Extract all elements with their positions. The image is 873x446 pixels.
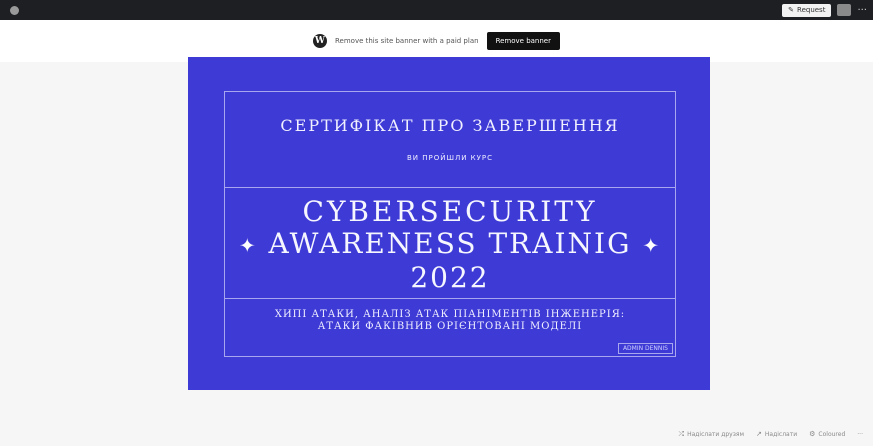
description-line-1: ХИПІ АТАКИ, АНАЛІЗ АТАК ПІАНІМЕНТІВ ІНЖЕ… bbox=[274, 309, 626, 320]
toolbar-item-3[interactable]: ⚙ Coloured bbox=[809, 430, 845, 438]
avatar[interactable] bbox=[837, 4, 852, 16]
request-button[interactable]: ✎ Request bbox=[782, 3, 832, 17]
sparkle-icon: ✦ bbox=[642, 233, 662, 258]
toolbar-item-2[interactable]: ↗ Надіслати bbox=[756, 430, 797, 438]
site-link[interactable] bbox=[10, 5, 25, 15]
sparkle-icon: ✦ bbox=[238, 233, 258, 258]
more-menu[interactable]: ··· bbox=[857, 431, 863, 438]
certificate-title: СЕРТИФІКАТ ПРО ЗАВЕРШЕННЯ bbox=[280, 116, 620, 135]
more-icon[interactable]: ··· bbox=[857, 5, 867, 16]
remove-banner-button[interactable]: Remove banner bbox=[486, 32, 560, 50]
description-line-2: АТАКИ ФАКІВНИВ ОРІЄНТОВАНІ МОДЕЛІ bbox=[317, 321, 583, 332]
site-icon bbox=[10, 5, 19, 15]
settings-icon: ⚙ bbox=[809, 430, 816, 438]
wordpress-logo-icon: W bbox=[312, 34, 327, 48]
banner-text: Remove this site banner with a paid plan bbox=[334, 37, 479, 45]
site-banner: W Remove this site banner with a paid pl… bbox=[0, 20, 873, 62]
certificate-subtitle: ВИ ПРОЙШЛИ КУРС bbox=[406, 154, 494, 162]
course-line-1: CYBERSECURITY bbox=[302, 195, 598, 228]
divider bbox=[225, 298, 675, 299]
certificate-frame: СЕРТИФІКАТ ПРО ЗАВЕРШЕННЯ ВИ ПРОЙШЛИ КУР… bbox=[224, 91, 676, 357]
request-label: Request bbox=[797, 6, 826, 14]
admin-bar: ✎ Request ··· bbox=[0, 0, 873, 20]
certificate-card: СЕРТИФІКАТ ПРО ЗАВЕРШЕННЯ ВИ ПРОЙШЛИ КУР… bbox=[188, 57, 710, 390]
toolbar-item-1[interactable]: ⤮ Надіслати друзям bbox=[678, 430, 744, 439]
admin-bar-right: ✎ Request ··· bbox=[782, 3, 867, 17]
bottom-toolbar: ⤮ Надіслати друзям ↗ Надіслати ⚙ Coloured ·… bbox=[678, 428, 863, 440]
shuffle-icon: ⤮ bbox=[678, 429, 685, 438]
certificate-description: ХИПІ АТАКИ, АНАЛІЗ АТАК ПІАНІМЕНТІВ ІНЖЕ… bbox=[225, 309, 675, 333]
share-icon: ↗ bbox=[756, 430, 762, 438]
course-title: CYBERSECURITY ✦ AWARENESS TRAINIG ✦ 2022 bbox=[225, 196, 675, 294]
course-year: 2022 bbox=[410, 260, 490, 294]
divider bbox=[225, 187, 675, 188]
signature-box: ADMIN DENNIS bbox=[617, 343, 673, 354]
pencil-icon: ✎ bbox=[788, 6, 795, 14]
course-line-2: ✦ AWARENESS TRAINIG ✦ bbox=[225, 228, 675, 262]
course-line-2-text: AWARENESS TRAINIG bbox=[268, 227, 632, 260]
